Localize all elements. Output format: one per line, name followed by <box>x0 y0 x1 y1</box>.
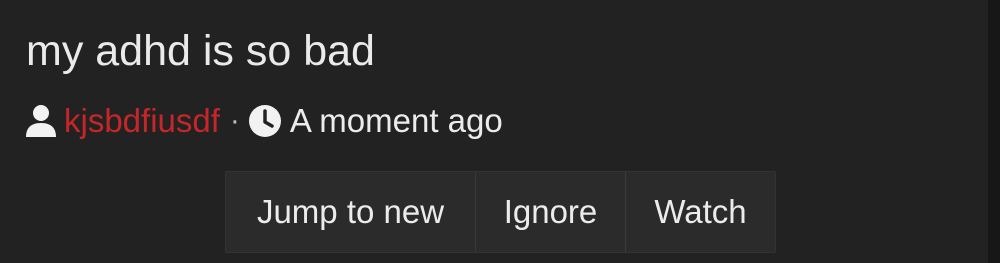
author-link[interactable]: kjsbdfiusdf <box>64 102 220 140</box>
thread-action-buttons: Jump to new Ignore Watch <box>225 171 776 253</box>
right-edge <box>988 0 1000 263</box>
meta-separator: · <box>229 104 240 137</box>
clock-icon <box>248 104 282 138</box>
jump-to-new-button[interactable]: Jump to new <box>226 172 475 252</box>
thread-header: my adhd is so bad kjsbdfiusdf · A moment… <box>0 0 1000 263</box>
thread-meta: kjsbdfiusdf · A moment ago <box>24 100 503 142</box>
watch-button[interactable]: Watch <box>625 172 775 252</box>
thread-title: my adhd is so bad <box>26 27 375 75</box>
ignore-button[interactable]: Ignore <box>475 172 625 252</box>
user-icon <box>24 103 58 139</box>
thread-timestamp: A moment ago <box>289 102 503 139</box>
